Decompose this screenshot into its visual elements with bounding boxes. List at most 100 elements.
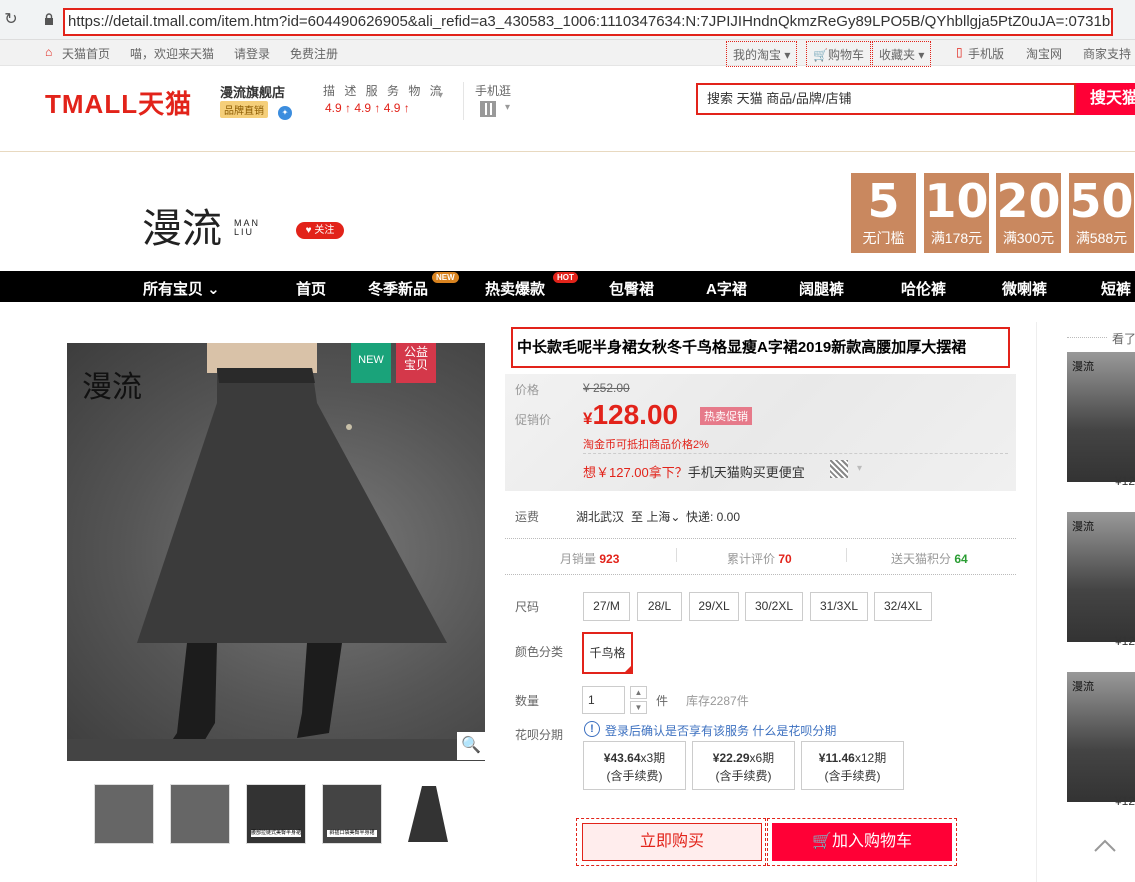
- my-taobao-label: 我的淘宝: [733, 48, 782, 62]
- side-logo: 漫流: [1072, 681, 1094, 693]
- ship-to-select[interactable]: 至 上海⌄: [631, 508, 680, 525]
- nav-home-link[interactable]: 天猫首页: [62, 45, 110, 62]
- new-tag: NEW: [432, 272, 459, 283]
- recommended-price: ¥12: [1115, 474, 1135, 488]
- favorites-label: 收藏夹: [879, 48, 916, 62]
- cat-winter-new[interactable]: 冬季新品 NEW: [368, 272, 459, 299]
- zoom-icon[interactable]: 🔍: [457, 732, 485, 760]
- search-button[interactable]: 搜天猫: [1076, 83, 1135, 115]
- cart-icon: 🛒: [813, 48, 828, 62]
- coupon-50[interactable]: 50 满588元: [1069, 173, 1134, 253]
- chevron-down-icon[interactable]: ▾: [857, 463, 862, 474]
- hot-sale-tag: 热卖促销: [700, 407, 752, 425]
- coupon-10[interactable]: 10 满178元: [924, 173, 989, 253]
- cat-home[interactable]: 首页: [296, 278, 326, 299]
- cat-all-items[interactable]: 所有宝贝 ⌄: [143, 278, 220, 299]
- favorites-menu[interactable]: 收藏夹 ▾: [872, 41, 932, 67]
- cat-harem-pants[interactable]: 哈伦裤: [901, 278, 946, 299]
- cat-pencil-skirt[interactable]: 包臀裙: [609, 278, 654, 299]
- coupon-condition: 无门槛: [862, 230, 905, 246]
- monthly-sales: 月销量 923: [560, 550, 619, 567]
- add-to-cart-button[interactable]: 🛒加入购物车: [772, 823, 952, 861]
- installment-price: ¥43.64x3期: [584, 749, 685, 767]
- search-input[interactable]: 搜索 天猫 商品/品牌/店铺: [696, 83, 1076, 115]
- size-option[interactable]: 28/L: [637, 592, 682, 621]
- merchant-link[interactable]: 商家支持: [1083, 45, 1131, 62]
- register-link[interactable]: 免费注册: [290, 45, 338, 62]
- stat-label: 月销量: [560, 552, 597, 566]
- qr-code-icon[interactable]: [480, 101, 496, 117]
- buy-now-button[interactable]: 立即购买: [582, 823, 762, 861]
- brand-sub: MAN LIU: [234, 218, 260, 237]
- cat-a-line-skirt[interactable]: A字裙: [706, 278, 747, 299]
- installment-option[interactable]: ¥22.29x6期 (含手续费): [692, 741, 795, 790]
- my-taobao-menu[interactable]: 我的淘宝 ▾: [726, 41, 798, 67]
- login-link[interactable]: 请登录: [234, 45, 270, 62]
- cart-link[interactable]: 🛒购物车: [806, 41, 871, 67]
- rating-labels: 描 述 服 务 物 流: [323, 84, 445, 98]
- reload-icon[interactable]: ↻: [2, 11, 20, 29]
- total-reviews[interactable]: 累计评价 70: [727, 550, 792, 567]
- address-bar[interactable]: https://detail.tmall.com/item.htm?id=604…: [63, 8, 1113, 36]
- quantity-decrease-button[interactable]: ▼: [630, 701, 647, 714]
- thumbnail[interactable]: [94, 784, 154, 844]
- cat-shorts[interactable]: 短裤: [1101, 278, 1131, 299]
- installment-option[interactable]: ¥43.64x3期 (含手续费): [583, 741, 686, 790]
- size-label: 尺码: [515, 600, 540, 614]
- stat-label: 累计评价: [727, 552, 776, 566]
- thumbnail[interactable]: 腰部拉链式美臀半身裙: [246, 784, 306, 844]
- phone-icon: ▯: [956, 45, 963, 59]
- thumbnail[interactable]: [398, 784, 458, 844]
- follow-button[interactable]: ♥ 关注: [296, 222, 344, 239]
- app-price-promo[interactable]: 想￥127.00拿下？手机天猫购买更便宜: [583, 462, 805, 481]
- charity-ribbon: 公益 宝贝: [396, 343, 436, 383]
- cat-hot[interactable]: 热卖爆款 HOT: [485, 272, 578, 299]
- huabei-note[interactable]: 登录后确认是否享有该服务 什么是花呗分期: [605, 722, 836, 739]
- cat-wide-pants[interactable]: 阔腿裤: [799, 278, 844, 299]
- chevron-down-icon[interactable]: ▾: [505, 102, 510, 113]
- tmall-logo[interactable]: TMALL天猫: [45, 84, 192, 121]
- chevron-down-icon[interactable]: ▾: [438, 90, 443, 101]
- installment-price: ¥11.46x12期: [802, 749, 903, 767]
- recommended-item[interactable]: 漫流: [1067, 672, 1135, 802]
- medal-icon: ✦: [278, 106, 292, 120]
- price-label: 价格: [515, 383, 540, 397]
- stock-count: 库存2287件: [686, 694, 749, 708]
- promo-price-value: 128.00: [592, 399, 679, 430]
- shipping-fee: 快递: 0.00: [686, 510, 741, 524]
- shop-name[interactable]: 漫流旗舰店: [220, 82, 285, 101]
- stat-value: 70: [778, 552, 792, 566]
- add-cart-label: 加入购物车: [831, 833, 912, 850]
- quantity-input[interactable]: 1: [582, 686, 625, 714]
- recommended-item[interactable]: 漫流: [1067, 352, 1135, 482]
- back-to-top-icon[interactable]: [1092, 833, 1118, 859]
- app-price-text: 想￥127.00拿下？: [583, 465, 688, 480]
- size-option[interactable]: 29/XL: [689, 592, 739, 621]
- divider: [846, 548, 847, 562]
- coupon-20[interactable]: 20 满300元: [996, 173, 1061, 253]
- installment-option[interactable]: ¥11.46x12期 (含手续费): [801, 741, 904, 790]
- brand-logo[interactable]: 漫流: [142, 196, 222, 254]
- stat-value: 64: [954, 552, 968, 566]
- hot-tag: HOT: [553, 272, 578, 283]
- taobao-link[interactable]: 淘宝网: [1026, 45, 1062, 62]
- divider: [583, 453, 1008, 454]
- coupon-5[interactable]: 5 无门槛: [851, 173, 916, 253]
- coupon-condition: 满300元: [1002, 230, 1055, 246]
- thumbnail[interactable]: [170, 784, 230, 844]
- quantity-increase-button[interactable]: ▲: [630, 686, 647, 699]
- installment-fee: (含手续费): [824, 769, 881, 783]
- size-option[interactable]: 32/4XL: [874, 592, 932, 621]
- divider: [505, 538, 1016, 539]
- thumbnail[interactable]: 斜插口袋美臀半身裙: [322, 784, 382, 844]
- size-option[interactable]: 30/2XL: [745, 592, 803, 621]
- size-option[interactable]: 31/3XL: [810, 592, 868, 621]
- cat-flare-pants[interactable]: 微喇裤: [1002, 278, 1047, 299]
- divider: [463, 82, 464, 120]
- qr-code-icon[interactable]: [830, 460, 848, 478]
- size-option[interactable]: 27/M: [583, 592, 630, 621]
- recommended-item[interactable]: 漫流: [1067, 512, 1135, 642]
- mobile-link[interactable]: 手机版: [968, 45, 1004, 62]
- mobile-browse-label: 手机逛: [475, 84, 512, 98]
- taojin-note[interactable]: 淘金币可抵扣商品价格2%: [583, 436, 709, 452]
